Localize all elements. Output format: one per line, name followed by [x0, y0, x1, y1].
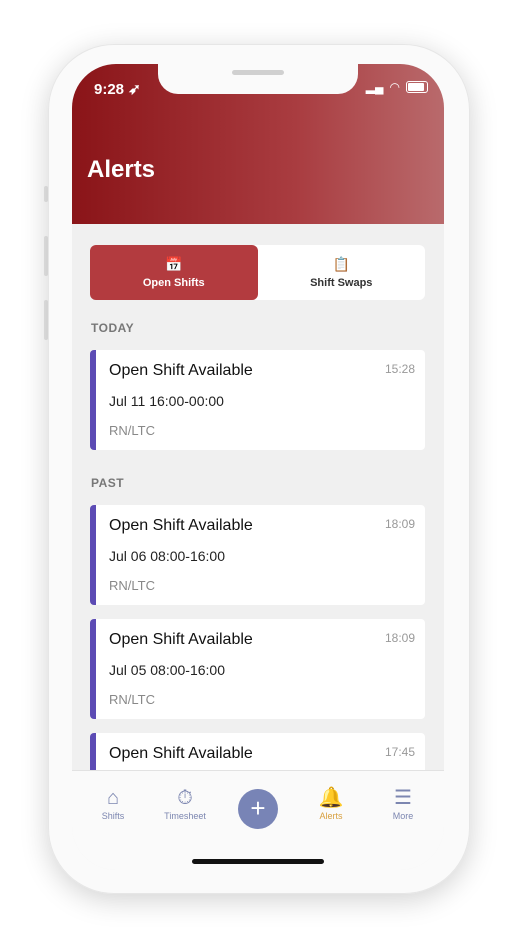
tab-open-shifts-label: Open Shifts	[142, 277, 205, 289]
section-past: PAST	[91, 476, 125, 490]
alert-date: Jul 11 16:00-00:00	[109, 393, 224, 409]
alert-role: RN/LTC	[109, 423, 155, 438]
app-screen: 9:28 ➶ ▂▄ ◠ Alerts 📅 Open Shifts 📋 Shift…	[72, 64, 444, 870]
location-icon: ➶	[128, 81, 141, 98]
status-icons: ▂▄ ◠	[366, 80, 428, 94]
alert-date: Jul 05 08:00-16:00	[109, 662, 225, 678]
menu-icon: ☰	[394, 787, 412, 809]
page-title: Alerts	[87, 156, 156, 183]
plus-icon: +	[250, 793, 266, 823]
home-indicator	[192, 859, 324, 864]
alert-time: 15:28	[384, 362, 415, 376]
wifi-icon: ◠	[389, 80, 400, 94]
tab-alerts[interactable]: 🔔 Alerts	[301, 785, 361, 821]
tab-timesheet-label: Timesheet	[164, 811, 206, 821]
tab-more-label: More	[392, 811, 414, 821]
bottom-tab-bar: ⌂ Shifts ⏱ Timesheet + 🔔 Alerts ☰ More	[72, 770, 444, 870]
alert-date: Jul 06 08:00-16:00	[109, 548, 225, 564]
tab-shifts[interactable]: ⌂ Shifts	[83, 785, 143, 821]
clipboard-icon: 📋	[332, 256, 350, 272]
alert-role: RN/LTC	[109, 578, 155, 593]
tab-open-shifts[interactable]: 📅 Open Shifts	[90, 245, 258, 300]
signal-icon: ▂▄	[365, 80, 384, 94]
battery-icon	[406, 81, 428, 93]
alert-title: Open Shift Available	[109, 517, 253, 534]
alert-card[interactable]: Open Shift Available 15:28 Jul 11 16:00-…	[90, 350, 425, 450]
alert-time: 18:09	[384, 631, 415, 645]
alert-title: Open Shift Available	[109, 362, 253, 379]
alert-title: Open Shift Available	[109, 745, 253, 762]
alert-time: 18:09	[384, 517, 415, 531]
add-button[interactable]: +	[238, 789, 278, 829]
tab-shift-swaps-label: Shift Swaps	[310, 277, 373, 289]
alert-role: RN/LTC	[109, 692, 155, 707]
alert-card[interactable]: Open Shift Available 18:09 Jul 06 08:00-…	[90, 505, 425, 605]
status-time: 9:28 ➶	[94, 80, 141, 98]
segmented-control: 📅 Open Shifts 📋 Shift Swaps	[90, 245, 425, 300]
home-icon: ⌂	[106, 787, 120, 809]
alert-title: Open Shift Available	[109, 631, 253, 648]
section-today: TODAY	[91, 321, 135, 335]
tab-more[interactable]: ☰ More	[373, 785, 433, 821]
speaker	[232, 70, 284, 75]
tab-timesheet[interactable]: ⏱ Timesheet	[155, 785, 215, 821]
tab-shifts-label: Shifts	[101, 811, 125, 821]
tab-alerts-label: Alerts	[319, 811, 343, 821]
status-time-text: 9:28	[94, 81, 125, 98]
calendar-check-icon: 📅	[165, 256, 183, 272]
alert-card[interactable]: Open Shift Available 18:09 Jul 05 08:00-…	[90, 619, 425, 719]
alert-time: 17:45	[384, 745, 415, 759]
tab-shift-swaps[interactable]: 📋 Shift Swaps	[258, 245, 426, 300]
notch	[158, 64, 358, 94]
stopwatch-icon: ⏱	[177, 787, 193, 809]
bell-icon: 🔔	[318, 787, 344, 809]
